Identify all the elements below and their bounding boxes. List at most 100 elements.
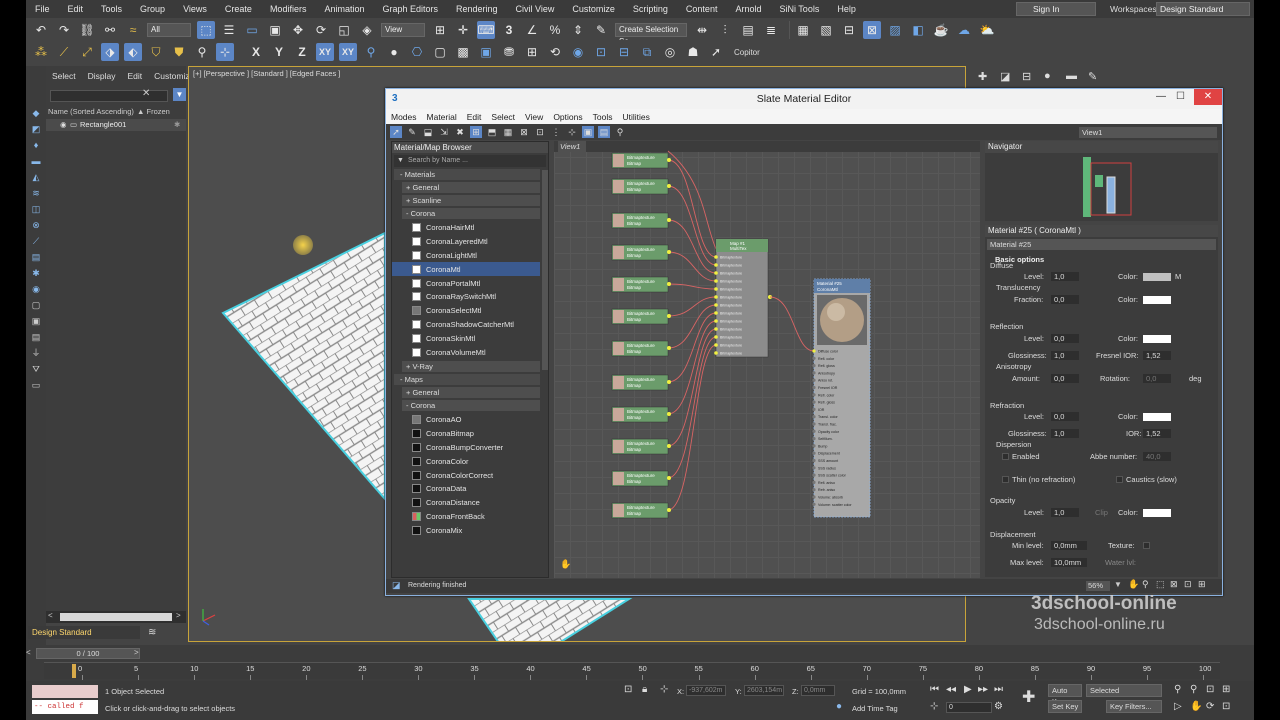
bounding-snap-icon[interactable]: ⛉: [147, 43, 165, 61]
node-slot-label[interactable]: IOR: [818, 408, 825, 412]
orbit-icon[interactable]: ⟳: [1206, 701, 1214, 712]
display-hidden-icon[interactable]: ◉: [30, 284, 42, 294]
set-key-icon[interactable]: ✚: [1022, 687, 1035, 707]
browser-item[interactable]: CoronaMix: [392, 523, 540, 537]
fresnel-spinner[interactable]: 1,52: [1143, 351, 1171, 360]
slate-menu-edit[interactable]: Edit: [462, 112, 487, 122]
scroll-left-icon[interactable]: <: [48, 611, 53, 620]
move-children-icon[interactable]: ⊞: [470, 126, 482, 138]
reference-coordinate-dropdown[interactable]: View: [381, 23, 425, 37]
node-slot-label[interactable]: Displacement: [818, 452, 840, 456]
pivot-center-icon[interactable]: ⊞: [431, 21, 449, 39]
zoom-all-icon[interactable]: ⚲: [1190, 684, 1197, 695]
node-slot-label[interactable]: Bitmaptexture: [720, 320, 742, 324]
named-selection-dropdown[interactable]: Create Selection Se: [615, 23, 687, 46]
node-slot-label[interactable]: Bitmaptexture: [720, 280, 742, 284]
display-xrefs-icon[interactable]: ⊗: [30, 220, 42, 230]
utilities-tab-icon[interactable]: ✎: [1088, 70, 1102, 84]
refresh-icon[interactable]: ⟲: [546, 43, 564, 61]
maps-corona-group[interactable]: - Corona: [402, 399, 540, 411]
show-background-icon[interactable]: ⊠: [518, 126, 530, 138]
key-filters-button[interactable]: Key Filters...: [1106, 700, 1162, 713]
filter-toggle-icon[interactable]: ▼: [173, 88, 186, 101]
zoom-level-field[interactable]: 56%: [1086, 581, 1110, 591]
selection-lock-toggle-icon[interactable]: 🔒︎: [642, 684, 647, 695]
invert-display-icon[interactable]: ▤: [30, 332, 42, 342]
axis-xy-button[interactable]: XY: [316, 43, 334, 61]
node-thumbnail[interactable]: [613, 440, 624, 453]
snaps-toggle-icon[interactable]: 3: [500, 21, 518, 39]
pan-hand-icon[interactable]: ✋: [560, 559, 571, 570]
rotate-icon[interactable]: ⟳: [312, 21, 330, 39]
create-tab-icon[interactable]: ✚: [978, 70, 992, 84]
caustics-checkbox[interactable]: [1116, 476, 1123, 483]
menu-scripting[interactable]: Scripting: [624, 4, 677, 14]
sphere-icon[interactable]: ●: [385, 43, 403, 61]
node-title[interactable]: Bitmaptexture: [627, 377, 655, 382]
basic-options-rollout[interactable]: Basic options: [991, 254, 1212, 265]
display-geometry-icon[interactable]: ◆: [30, 108, 42, 118]
spinner-snap-icon[interactable]: ⇕: [569, 21, 587, 39]
filter-icon[interactable]: ⏚: [30, 348, 42, 358]
hide-unused-icon[interactable]: ⬒: [486, 126, 498, 138]
node-title[interactable]: Bitmaptexture: [627, 441, 655, 446]
menu-arnold[interactable]: Arnold: [726, 4, 770, 14]
diffuse-level-spinner[interactable]: 1,0: [1051, 272, 1079, 281]
clear-search-icon[interactable]: ✕: [142, 88, 150, 99]
next-key-icon[interactable]: ▸▸: [978, 684, 988, 695]
layout-children-icon[interactable]: ⋮: [550, 126, 562, 138]
render-production-icon[interactable]: ☕: [932, 21, 950, 39]
maximize-viewport-icon[interactable]: ⊡: [1222, 701, 1230, 712]
axis-x-button[interactable]: X: [247, 43, 265, 61]
node-slot-label[interactable]: SSS amount: [818, 459, 838, 463]
menu-animation[interactable]: Animation: [315, 4, 373, 14]
node-slot-label[interactable]: Bitmaptexture: [720, 272, 742, 276]
browser-item[interactable]: CoronaRaySwitchMtl: [392, 290, 540, 304]
time-config-icon[interactable]: ⚙: [994, 701, 1003, 712]
node-slot-label[interactable]: SSS radius: [818, 466, 836, 470]
move-icon[interactable]: ✥: [289, 21, 307, 39]
node-subtitle[interactable]: Bitmap: [627, 349, 642, 354]
pick-material-icon[interactable]: ✎: [406, 126, 418, 138]
slate-menu-utilities[interactable]: Utilities: [617, 112, 654, 122]
scale-icon[interactable]: ◱: [335, 21, 353, 39]
menu-edit[interactable]: Edit: [59, 4, 93, 14]
node-thumbnail[interactable]: [613, 408, 624, 421]
assign-material-icon[interactable]: ⇲: [438, 126, 450, 138]
node-view[interactable]: View1 Bitmaptexture Bitmap Bitmaptexture Bi…: [554, 141, 980, 578]
node-slot-label[interactable]: Bitmaptexture: [720, 344, 742, 348]
funnel-icon[interactable]: ⛛: [30, 364, 42, 374]
auto-key-button[interactable]: Auto Key: [1048, 684, 1082, 706]
dispersion-enabled-checkbox[interactable]: [1002, 453, 1009, 460]
browser-item[interactable]: CoronaBitmap: [392, 427, 540, 441]
modify-tab-icon[interactable]: ◪: [1000, 70, 1014, 84]
abbe-spinner[interactable]: 40,0: [1143, 452, 1171, 461]
zoom-extents-viewport-icon[interactable]: ⊡: [1206, 684, 1214, 695]
node-slot-label[interactable]: Opacity color: [818, 430, 840, 434]
navigator-icon[interactable]: ⚲: [614, 126, 626, 138]
angle-snap-icon[interactable]: ∠: [523, 21, 541, 39]
browser-item[interactable]: CoronaAO: [392, 413, 540, 427]
parameter-editor-icon[interactable]: ▣: [582, 126, 594, 138]
node-subtitle[interactable]: Bitmap: [627, 285, 642, 290]
selection-filter-dropdown[interactable]: All: [147, 23, 191, 37]
node-slot-label[interactable]: Bitmaptexture: [720, 296, 742, 300]
prev-key-icon[interactable]: ◂◂: [946, 684, 956, 695]
render-active-shade-icon[interactable]: ⛅: [978, 21, 996, 39]
face-snap-icon[interactable]: ⬗: [101, 43, 119, 61]
node-thumbnail[interactable]: [613, 472, 624, 485]
maps-group[interactable]: - Maps: [394, 373, 540, 385]
scanline-group[interactable]: + Scanline: [402, 195, 540, 206]
absolute-mode-icon[interactable]: ⊹: [660, 684, 668, 695]
maxscript-output[interactable]: -- called f: [32, 700, 98, 714]
rendered-frame-window-icon[interactable]: ◧: [909, 21, 927, 39]
workspace-selector[interactable]: Design Standard: [28, 626, 140, 639]
node-thumbnail[interactable]: [613, 278, 624, 291]
display-containers-icon[interactable]: ▤: [30, 252, 42, 262]
rotation-spinner[interactable]: 0,0: [1143, 374, 1171, 383]
node-title[interactable]: Bitmaptexture: [627, 473, 655, 478]
refl-color-swatch[interactable]: [1143, 335, 1171, 343]
perpendicular-snap-icon[interactable]: ⛊: [170, 43, 188, 61]
put-material-icon[interactable]: ⬓: [422, 126, 434, 138]
key-set-dropdown[interactable]: Selected: [1086, 684, 1162, 697]
